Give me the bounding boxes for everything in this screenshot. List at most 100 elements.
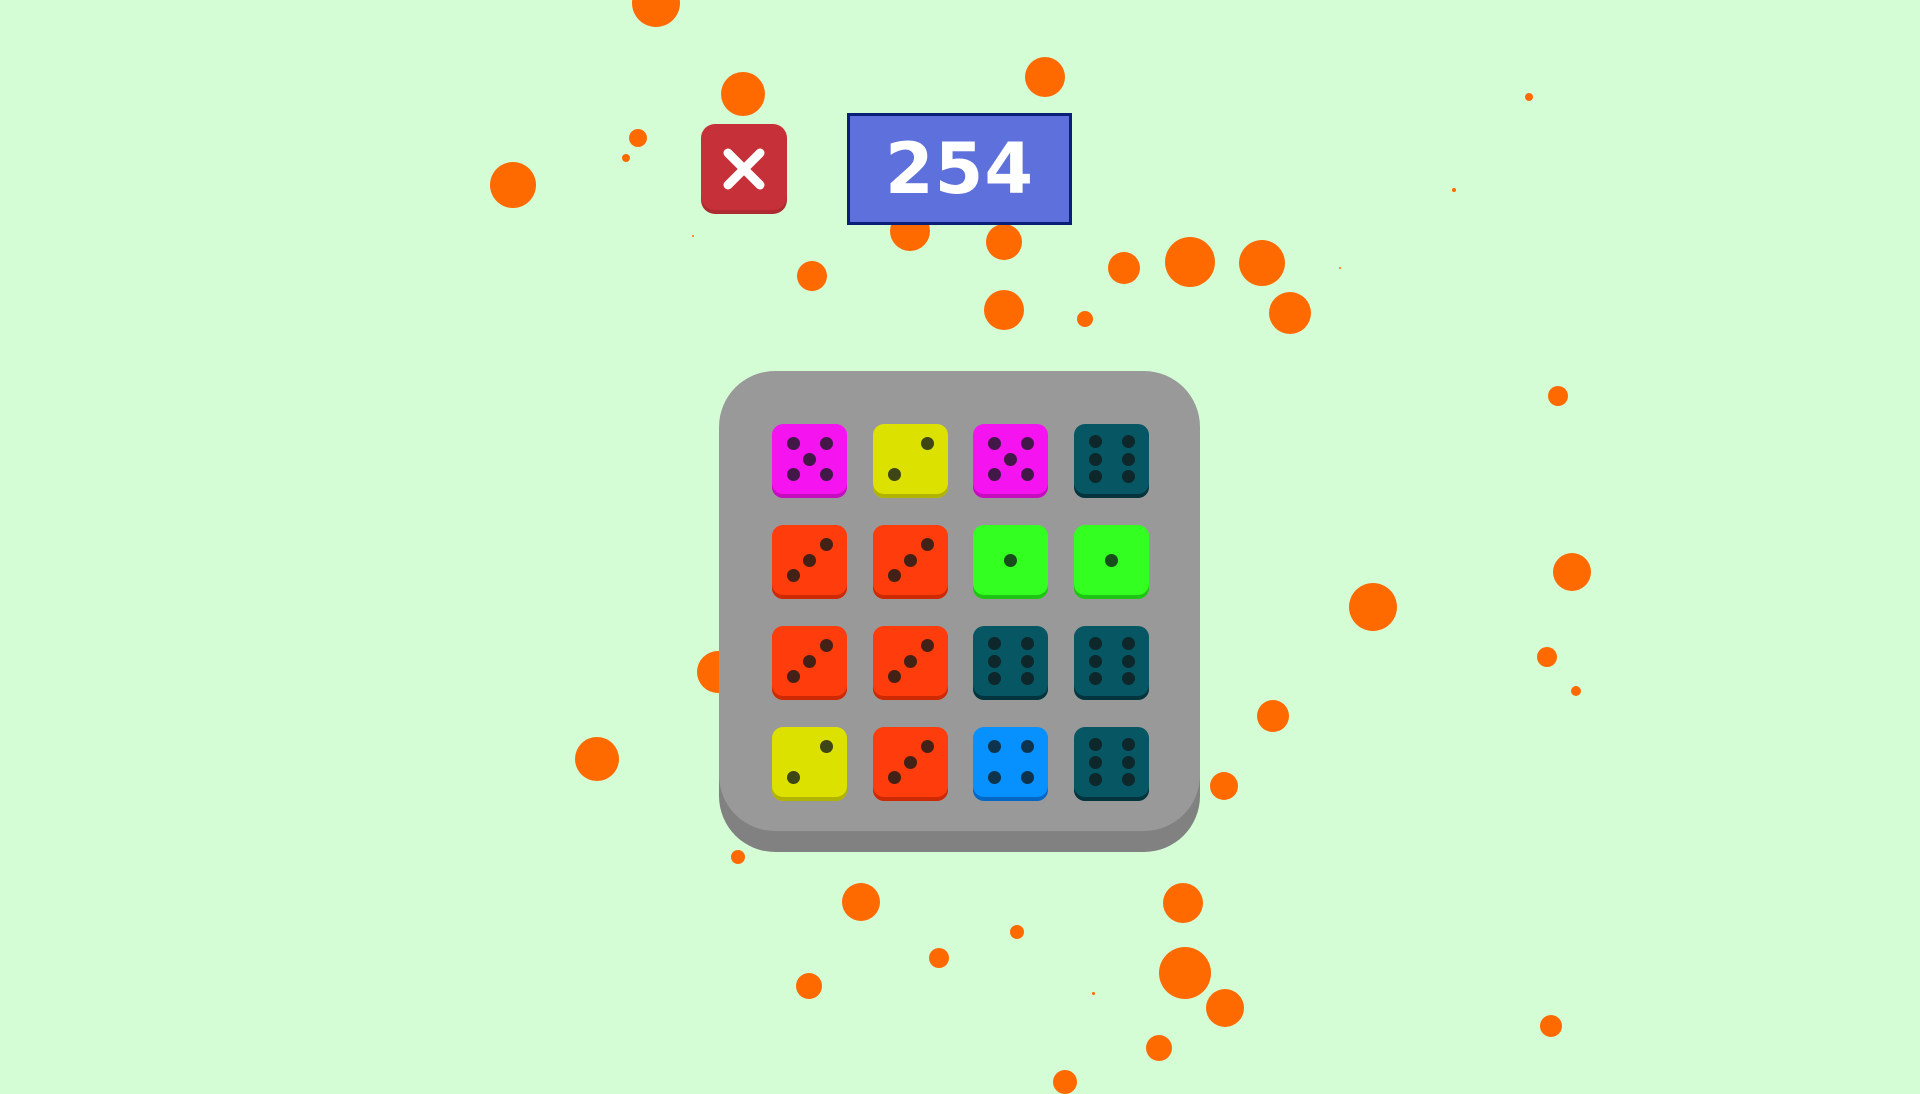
die-cell[interactable] — [973, 525, 1048, 599]
particle — [1257, 700, 1289, 732]
die-pip — [1088, 637, 1102, 650]
die-cell[interactable] — [772, 626, 847, 700]
die-pip — [786, 467, 800, 481]
die-cell[interactable] — [873, 525, 948, 599]
die-cell[interactable] — [1074, 525, 1149, 599]
die-pip — [1121, 773, 1135, 786]
die-pip — [887, 770, 901, 784]
particle — [796, 973, 822, 999]
die-pip — [1020, 770, 1034, 784]
die-pip — [1121, 738, 1135, 751]
die-pip — [786, 437, 800, 451]
die-pip — [920, 437, 934, 451]
die-cell[interactable] — [973, 727, 1048, 801]
die-pip — [1121, 470, 1135, 483]
die-pip — [887, 669, 901, 683]
particle — [1210, 772, 1238, 800]
particle — [986, 224, 1022, 260]
particle — [1553, 553, 1591, 591]
die-pip — [819, 538, 833, 552]
particle — [1077, 311, 1093, 327]
die-pip — [786, 770, 800, 784]
die-pip — [1105, 553, 1118, 567]
die-cell[interactable] — [873, 727, 948, 801]
particle — [692, 235, 694, 237]
particle — [1540, 1015, 1562, 1037]
die-pip — [819, 437, 833, 451]
die-pip — [887, 568, 901, 582]
die-cell[interactable] — [973, 626, 1048, 700]
die-face — [873, 424, 948, 498]
particle — [490, 162, 536, 208]
particle — [1548, 386, 1568, 406]
die-cell[interactable] — [1074, 424, 1149, 498]
die-pip — [920, 639, 934, 653]
particle — [629, 129, 647, 147]
particle — [1571, 686, 1581, 696]
die-pip — [1088, 773, 1102, 786]
die-pip — [987, 637, 1001, 650]
particle — [1091, 991, 1095, 995]
particle — [1206, 989, 1244, 1027]
die-pip — [1020, 467, 1034, 481]
die-pip — [1020, 637, 1034, 650]
particle — [1163, 883, 1203, 923]
particle — [1537, 647, 1557, 667]
die-pip — [987, 437, 1001, 451]
die-pip — [920, 538, 934, 552]
particle — [1525, 93, 1533, 101]
die-pip — [1121, 755, 1135, 769]
die-pip — [1088, 654, 1102, 668]
die-pip — [1004, 553, 1017, 567]
die-pip — [819, 639, 833, 653]
die-cell[interactable] — [873, 626, 948, 700]
die-pip — [987, 467, 1001, 481]
die-pip — [887, 467, 901, 481]
particle — [929, 948, 949, 968]
score-value: 254 — [884, 128, 1035, 210]
die-pip — [1121, 435, 1135, 448]
die-pip — [1020, 672, 1034, 685]
die-pip — [987, 740, 1001, 754]
die-cell[interactable] — [1074, 727, 1149, 801]
die-pip — [1088, 470, 1102, 483]
die-pip — [819, 740, 833, 754]
die-pip — [1088, 452, 1102, 466]
particle — [984, 290, 1024, 330]
die-pip — [786, 669, 800, 683]
particle — [1025, 57, 1065, 97]
die-pip — [819, 467, 833, 481]
particle — [1239, 240, 1285, 286]
particle — [622, 154, 630, 162]
particle — [1269, 292, 1311, 334]
die-face — [1074, 424, 1149, 498]
close-button[interactable] — [701, 124, 787, 214]
particle — [797, 261, 827, 291]
particle — [1349, 583, 1397, 631]
dice-board — [719, 371, 1200, 831]
score-display: 254 — [847, 113, 1072, 225]
die-cell[interactable] — [973, 424, 1048, 498]
die-cell[interactable] — [772, 727, 847, 801]
die-pip — [987, 672, 1001, 685]
particle — [1108, 252, 1140, 284]
particle — [1010, 925, 1024, 939]
die-cell[interactable] — [772, 424, 847, 498]
particle — [721, 72, 765, 116]
die-pip — [904, 553, 917, 567]
die-cell[interactable] — [1074, 626, 1149, 700]
particle — [842, 883, 880, 921]
die-pip — [786, 568, 800, 582]
die-pip — [1088, 755, 1102, 769]
particle — [1053, 1070, 1077, 1094]
die-pip — [1020, 740, 1034, 754]
close-icon — [723, 148, 765, 190]
particle — [1165, 237, 1215, 287]
die-face — [1074, 626, 1149, 700]
particle — [1452, 188, 1456, 192]
die-cell[interactable] — [772, 525, 847, 599]
die-pip — [987, 654, 1001, 668]
die-pip — [1020, 437, 1034, 451]
die-cell[interactable] — [873, 424, 948, 498]
die-pip — [803, 553, 816, 567]
